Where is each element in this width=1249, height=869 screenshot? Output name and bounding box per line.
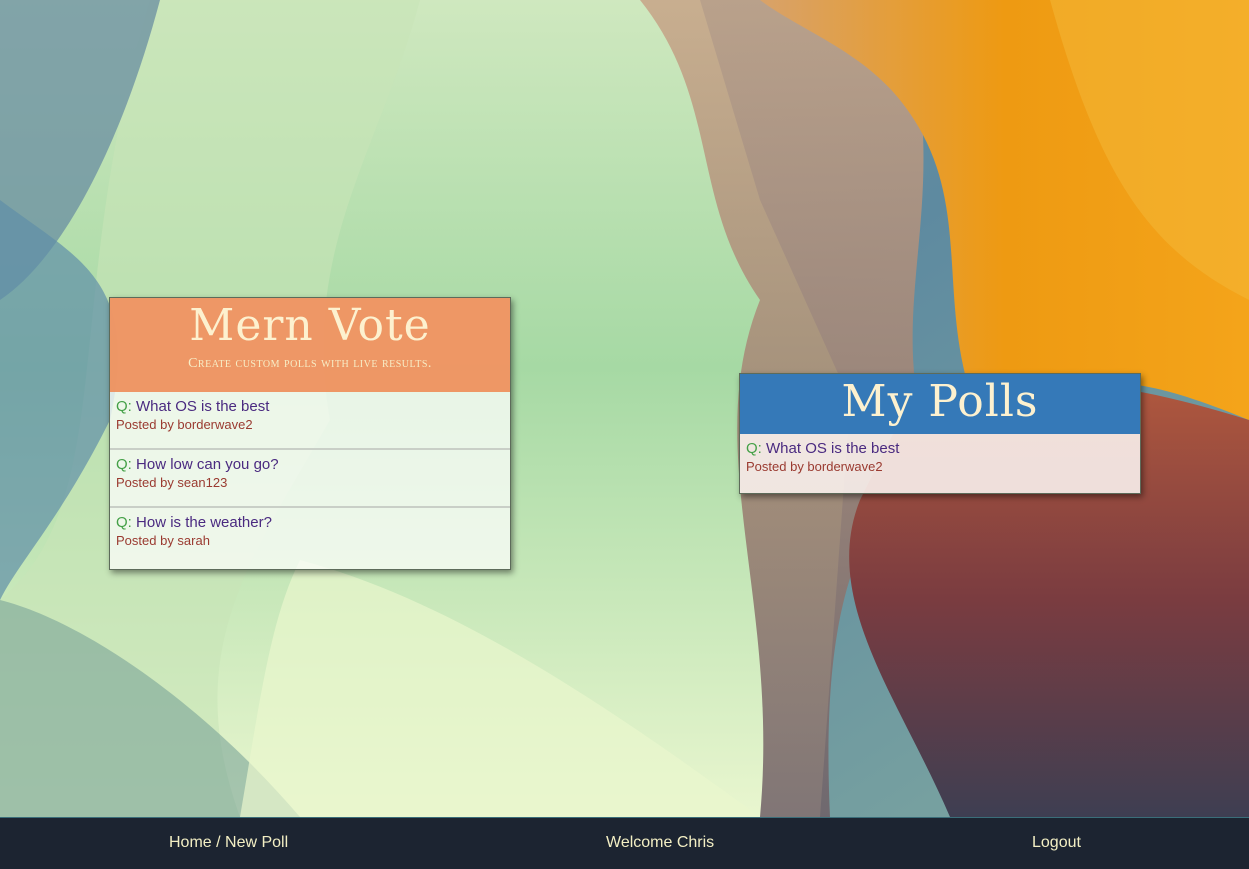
poll-list-item[interactable]: Q: How low can you go? Posted by sean123 — [110, 450, 510, 508]
poll-author: Posted by borderwave2 — [746, 459, 883, 474]
question-label: Q: — [116, 456, 132, 473]
poll-question[interactable]: Q: What OS is the best — [746, 440, 1134, 458]
question-label: Q: — [116, 398, 132, 415]
app-subtitle: Create custom polls with live results. — [188, 356, 432, 371]
recent-polls-card: Mern Vote Create custom polls with live … — [109, 297, 511, 570]
poll-question-text[interactable]: How low can you go? — [136, 456, 279, 473]
poll-question-text[interactable]: What OS is the best — [766, 440, 899, 457]
poll-author: Posted by sarah — [116, 533, 210, 548]
logout-link[interactable]: Logout — [1032, 834, 1081, 852]
my-polls-header: My Polls — [740, 374, 1140, 434]
my-polls-card: My Polls Q: What OS is the best Posted b… — [739, 373, 1141, 494]
poll-question[interactable]: Q: What OS is the best — [116, 398, 504, 416]
poll-question-text[interactable]: What OS is the best — [136, 398, 269, 415]
poll-list-item[interactable]: Q: How is the weather? Posted by sarah — [110, 508, 510, 566]
poll-list-item[interactable]: Q: What OS is the best Posted by borderw… — [740, 434, 1140, 493]
poll-question[interactable]: Q: How low can you go? — [116, 456, 504, 474]
home-new-poll-link[interactable]: Home / New Poll — [169, 834, 288, 852]
welcome-text: Welcome Chris — [606, 834, 715, 851]
app-brand-header: Mern Vote Create custom polls with live … — [110, 298, 510, 392]
poll-question[interactable]: Q: How is the weather? — [116, 514, 504, 532]
question-label: Q: — [746, 440, 762, 457]
app-title: Mern Vote — [189, 300, 431, 351]
poll-author: Posted by borderwave2 — [116, 417, 253, 432]
poll-question-text[interactable]: How is the weather? — [136, 514, 272, 531]
poll-list-item[interactable]: Q: What OS is the best Posted by borderw… — [110, 392, 510, 450]
poll-author: Posted by sean123 — [116, 475, 228, 490]
my-polls-title: My Polls — [841, 376, 1039, 427]
footer-navbar: Home / New Poll Welcome Chris Logout — [0, 817, 1249, 869]
question-label: Q: — [116, 514, 132, 531]
